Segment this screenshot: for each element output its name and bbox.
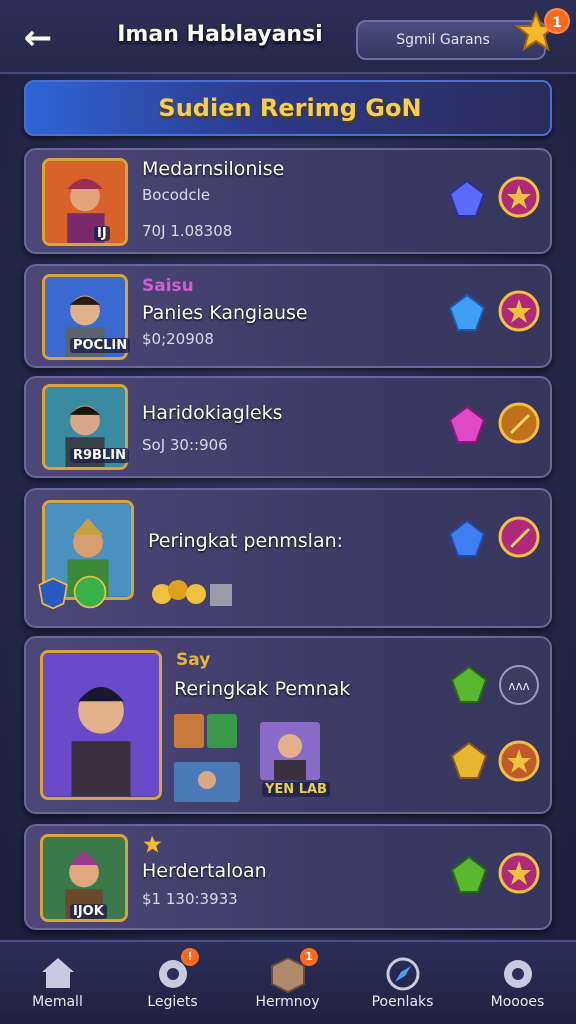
player-subtitle: Bocodcle [142,186,211,204]
ranking-card[interactable]: IJOK Herdertaloan $1 130:3933 [24,824,552,930]
nav-item-moooes[interactable]: Moooes [460,942,575,1024]
rank-label: IJ [94,226,110,241]
player-score: SoJ 30::906 [142,436,228,454]
rank-label: POCLIN [70,338,131,353]
top-header: ← Iman Hablayansi Sgmil Garans 1 [0,0,576,74]
hero-thumbnail [174,762,240,802]
sword-badge-icon[interactable] [498,740,540,782]
player-name: Peringkat penmslan: [148,530,344,552]
home-icon [38,954,78,994]
ranking-card[interactable]: IJ Medarnsilonise Bocodcle 70J 1.08308 [24,148,552,254]
back-arrow-icon[interactable]: ← [18,18,58,58]
player-name: Reringkak Pemnak [174,678,351,700]
avatar [40,650,162,800]
player-name: Medarnsilonise [142,158,285,180]
player-score: $0;20908 [142,330,214,348]
leaf-gem-icon[interactable] [448,664,490,706]
nav-label: Memall [32,994,83,1010]
games-pill-label: Sgmil Garans [396,32,490,48]
star-badge-icon[interactable] [498,290,540,332]
player-score: 70J 1.08308 [142,222,233,240]
player-tag: Saisu [142,276,194,296]
banner-title: Sudien Rerimg GoN [158,94,422,122]
crown-badge-icon[interactable]: ʌʌʌ [498,664,540,706]
nav-item-home[interactable]: Memall [0,942,115,1024]
leaf-icon [72,574,108,610]
nav-label: Poenlaks [371,994,434,1010]
star-badge-icon[interactable] [498,852,540,894]
rank-label: IJOK [70,904,107,919]
item-icon [174,714,238,750]
gem-icon[interactable] [446,292,488,334]
avatar [42,158,128,246]
sword-badge-icon[interactable] [498,516,540,558]
ranking-card[interactable]: Peringkat penmslan: [24,488,552,628]
nav-label: Legiets [147,994,198,1010]
nav-item-legiets[interactable]: ! Legiets [115,942,230,1024]
player-score: $1 130:3933 [142,890,238,908]
sword-badge-icon[interactable] [498,402,540,444]
sword-badge-icon[interactable] [498,176,540,218]
page-title: Iman Hablayansi [117,22,323,47]
nav-item-hermnoy[interactable]: 1 Hermnoy [230,942,345,1024]
player-name: Haridokiagleks [142,402,283,424]
nav-label: Moooes [490,994,545,1010]
ranking-card[interactable]: R9BLIN Haridokiagleks SoJ 30::906 [24,376,552,478]
settings-icon [498,954,538,994]
hero-badge: YEN LAB [262,782,330,797]
nav-badge: 1 [300,948,318,966]
bottom-nav: Memall ! Legiets 1 Hermnoy Poenlaks Mooo… [0,940,576,1024]
gem-icon[interactable] [446,518,488,560]
ranking-card[interactable]: Say Reringkak Pemnak YEN LAB ʌʌʌ [24,636,552,814]
small-star-icon [142,834,162,854]
ranking-banner: Sudien Rerimg GoN [24,80,552,136]
gold-gem-icon[interactable] [448,740,490,782]
compass-icon [383,954,423,994]
shield-icon [36,576,70,610]
nav-badge: ! [181,948,199,966]
hero-thumbnail [260,722,320,780]
player-name: Herdertaloan [142,860,267,882]
svg-text:ʌʌʌ: ʌʌʌ [508,679,529,693]
rank-label: R9BLIN [70,448,129,463]
gem-icon[interactable] [446,404,488,446]
player-name: Panies Kangiause [142,302,308,324]
coins-icon [148,568,238,612]
player-tag: Say [176,650,211,670]
notification-count-badge: 1 [544,8,570,34]
nav-item-poenlaks[interactable]: Poenlaks [345,942,460,1024]
ranking-card[interactable]: POCLIN Saisu Panies Kangiause $0;20908 [24,264,552,368]
nav-label: Hermnoy [255,994,320,1010]
leaf-gem-icon[interactable] [448,854,490,896]
gem-icon[interactable] [446,178,488,220]
